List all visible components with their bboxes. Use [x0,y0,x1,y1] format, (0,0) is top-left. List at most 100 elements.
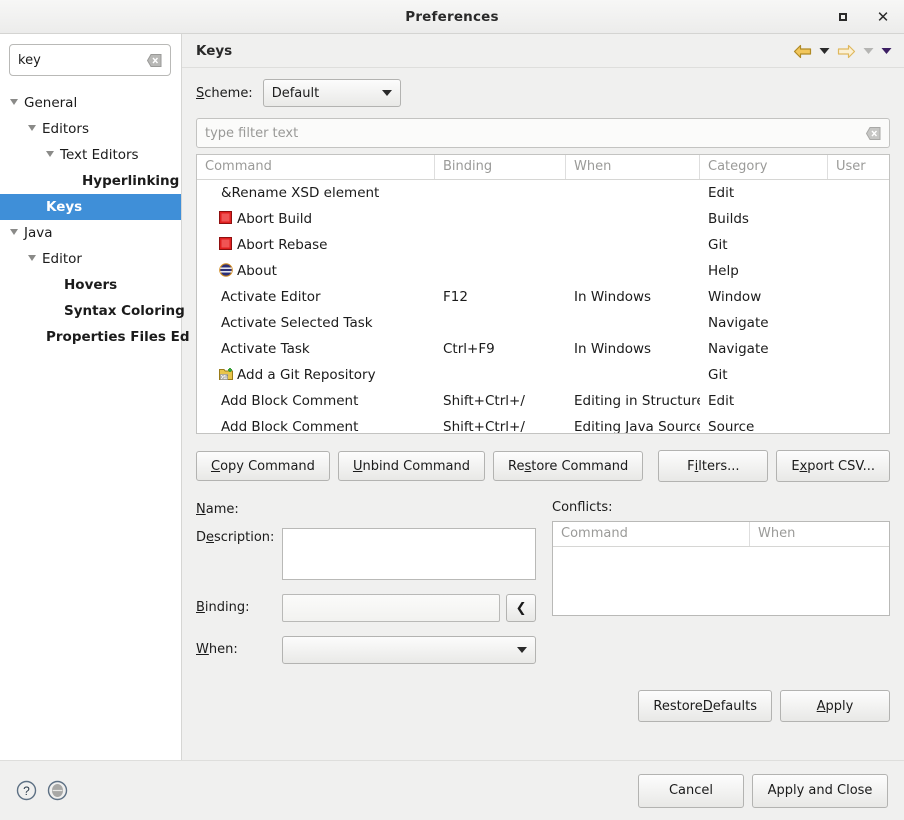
cell-user [828,310,889,336]
preferences-dialog: Preferences ✕ key General Editors Text E… [0,0,904,820]
page-header: Keys [182,34,904,68]
sidebar-search: key [9,44,172,76]
table-row[interactable]: Abort Rebase Git [197,232,889,258]
cell-command: Add a Git Repository [237,367,376,383]
chevron-down-icon[interactable] [881,47,892,55]
description-field[interactable] [282,528,536,580]
twisty-open-icon[interactable] [10,229,18,239]
sidebar-item-label: Hovers [64,277,118,293]
clear-icon[interactable] [866,126,881,140]
sidebar-item-keys[interactable]: Keys [0,194,181,220]
sidebar-item-label: Editors [42,121,89,137]
sidebar-item-java[interactable]: Java [0,220,181,246]
cell-binding [435,310,566,336]
circle-icon[interactable] [47,780,68,801]
table-row[interactable]: &Rename XSD element Edit [197,180,889,206]
cancel-button[interactable]: Cancel [638,773,744,808]
forward-arrow-icon[interactable] [837,44,856,59]
column-header-category[interactable]: Category [700,155,828,179]
cell-user [828,206,889,232]
table-row[interactable]: Activate Selected Task Navigate [197,310,889,336]
cell-when: Editing Java Source [574,419,700,433]
page-buttons: Restore Defaults Apply [196,690,890,732]
filter-input[interactable]: type filter text [196,118,890,148]
table-row[interactable]: Activate Task Ctrl+F9 In Windows Navigat… [197,336,889,362]
when-label: When: [196,642,238,657]
content-panel: Keys Scheme: Default type filter text Co… [182,34,904,760]
conflicts-table[interactable]: Command When [552,521,890,616]
sidebar-item-text-editors[interactable]: Text Editors [0,142,181,168]
sidebar-item-label: Text Editors [60,147,139,163]
dialog-footer: ? Cancel Apply and Close [0,760,904,820]
column-header-command[interactable]: Command [197,155,435,179]
table-row[interactable]: About Help [197,258,889,284]
cell-binding [435,206,566,232]
scheme-select[interactable]: Default [262,79,401,107]
keys-table[interactable]: Command Binding When Category User &Rena… [196,154,890,434]
apply-button[interactable]: Apply [780,690,890,722]
sidebar-item-label: Keys [46,199,83,215]
table-header: Command Binding When Category User [197,155,889,180]
sidebar-item-hyperlinking[interactable]: Hyperlinking [0,168,181,194]
chevron-down-icon[interactable] [819,47,830,55]
restore-command-button[interactable]: Re s tore Command [493,451,644,481]
sidebar-item-properties-files-editor[interactable]: Properties Files Ed [0,324,190,350]
restore-defaults-button[interactable]: Restore Defaults [638,690,772,722]
sidebar-item-general[interactable]: General [0,90,181,116]
column-header-user[interactable]: User [828,155,889,179]
search-input[interactable]: key [9,44,171,76]
cell-command: Abort Rebase [237,237,328,253]
cell-when [566,232,700,258]
when-select[interactable] [282,636,536,664]
help-icon[interactable]: ? [16,780,37,801]
twisty-open-icon[interactable] [10,99,18,109]
export-csv-button[interactable]: Ex port CSV... [776,450,890,482]
binding-field[interactable] [282,594,501,622]
svg-text:GIT: GIT [221,375,228,380]
cell-category: Source [708,419,755,433]
copy-command-button[interactable]: Copy Command [196,451,330,481]
sidebar-item-editors[interactable]: Editors [0,116,181,142]
column-header-when[interactable]: When [566,155,700,179]
cell-command: Activate Task [221,341,310,357]
clear-icon[interactable] [147,53,162,67]
sidebar-item-label: General [24,95,78,111]
sidebar-item-label: Java [24,225,53,241]
maximize-icon[interactable] [832,6,854,28]
table-row[interactable]: Abort Build Builds [197,206,889,232]
conflicts-header: Command When [553,522,889,547]
close-icon[interactable]: ✕ [872,6,894,28]
scheme-value: Default [271,85,320,101]
filter-placeholder: type filter text [205,125,299,141]
sidebar-item-label: Syntax Coloring [64,303,185,319]
chevron-left-icon[interactable]: ❮ [506,594,536,622]
cell-command: Add Block Comment [221,393,359,409]
sidebar-item-syntax-coloring[interactable]: Syntax Coloring [0,298,185,324]
back-arrow-icon[interactable] [793,44,812,59]
cell-command: Activate Editor [221,289,321,305]
column-header-binding[interactable]: Binding [435,155,566,179]
table-row[interactable]: Add Block Comment Shift+Ctrl+/ Editing i… [197,388,889,414]
table-row[interactable]: Add Block Comment Shift+Ctrl+/ Editing J… [197,414,889,433]
description-label: Description: [196,530,275,545]
when-row: When: [196,636,536,664]
twisty-open-icon[interactable] [28,255,36,265]
filters-button[interactable]: Fi lters... [658,450,769,482]
table-row[interactable]: Activate Editor F12 In Windows Window [197,284,889,310]
sidebar-item-hovers[interactable]: Hovers [0,272,181,298]
page-title: Keys [196,42,233,59]
table-row[interactable]: GIT Add a Git Repository Git [197,362,889,388]
sidebar-item-label: Editor [42,251,82,267]
chevron-down-icon [381,90,392,96]
twisty-open-icon[interactable] [46,151,54,161]
conflicts-column-command[interactable]: Command [553,522,750,546]
conflicts-column-when[interactable]: When [750,522,889,546]
cell-binding [435,258,566,284]
cell-category: Edit [708,393,735,409]
unbind-command-button[interactable]: Unbind Command [337,451,485,481]
sidebar-item-editor[interactable]: Editor [0,246,181,272]
binding-label: Binding: [196,600,250,615]
sidebar-item-label: Properties Files Ed [46,329,190,345]
apply-and-close-button[interactable]: Apply and Close [752,773,888,808]
twisty-open-icon[interactable] [28,125,36,135]
